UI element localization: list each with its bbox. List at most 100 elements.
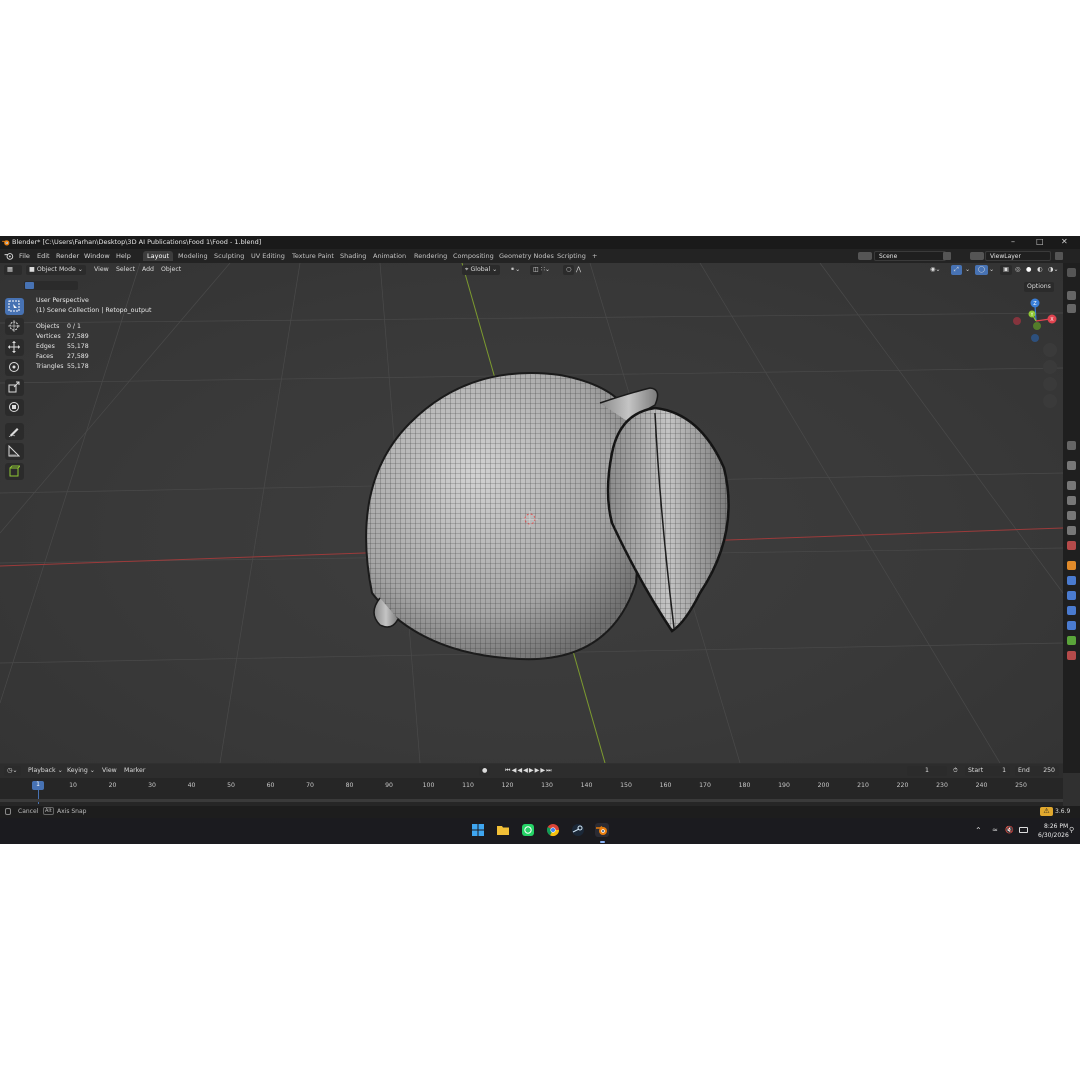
wireframe-shading-icon[interactable]: ◎ — [1015, 265, 1020, 275]
zoom-icon[interactable] — [1043, 343, 1057, 357]
end-frame-field[interactable]: End 250 — [1015, 766, 1059, 776]
menu-help[interactable]: Help — [116, 252, 131, 260]
output-properties-icon[interactable] — [1067, 496, 1076, 505]
3d-viewport[interactable]: Z X Y User Perspective (1) Scene Collect… — [0, 263, 1063, 763]
file-explorer-icon[interactable] — [496, 823, 510, 837]
scene-icon[interactable] — [858, 252, 872, 260]
steam-icon[interactable] — [571, 823, 585, 837]
pan-hand-icon[interactable] — [1043, 360, 1057, 374]
falloff-icon[interactable]: ⋀ — [576, 265, 581, 275]
chevron-up-icon[interactable]: ⌃ — [975, 826, 982, 835]
notification-bell-icon[interactable]: ⚲ — [1069, 826, 1074, 834]
material-shading-icon[interactable]: ◐ — [1037, 265, 1042, 275]
start-frame-field[interactable]: Start 1 — [965, 766, 1010, 776]
overlays-toggle-icon[interactable]: ◯ — [975, 265, 988, 275]
material-icon[interactable] — [1067, 651, 1076, 660]
whatsapp-icon[interactable] — [521, 823, 535, 837]
blender-icon[interactable] — [595, 823, 609, 837]
annotate-tool[interactable] — [5, 423, 24, 440]
tab-texture-paint[interactable]: Texture Paint — [288, 251, 338, 261]
playback-menu[interactable]: Playback ⌄ — [28, 766, 63, 776]
select-new-icon[interactable] — [25, 282, 34, 289]
measure-tool[interactable] — [5, 443, 24, 460]
tab-geometry-nodes[interactable]: Geometry Nodes — [495, 251, 558, 261]
new-scene-icon[interactable] — [943, 252, 951, 260]
view-layer-properties-icon[interactable] — [1067, 511, 1076, 520]
view-layer-selector[interactable]: ViewLayer — [985, 251, 1051, 261]
tab-sculpting[interactable]: Sculpting — [210, 251, 248, 261]
render-camera-icon[interactable] — [1067, 291, 1076, 300]
rendered-shading-icon[interactable]: ◑⌄ — [1048, 265, 1059, 275]
tab-animation[interactable]: Animation — [369, 251, 410, 261]
xray-toggle-icon[interactable]: ▣ — [1000, 265, 1012, 275]
current-frame-field[interactable]: 1 — [907, 766, 947, 776]
world-properties-icon[interactable] — [1067, 541, 1076, 550]
tab-scripting[interactable]: Scripting — [553, 251, 590, 261]
move-tool[interactable] — [5, 339, 24, 356]
viewport-menu-select[interactable]: Select — [116, 265, 135, 275]
tab-modeling[interactable]: Modeling — [174, 251, 212, 261]
object-properties-icon[interactable] — [1067, 561, 1076, 570]
chrome-icon[interactable] — [546, 823, 560, 837]
menu-file[interactable]: File — [19, 252, 30, 260]
gizmo-toggle-icon[interactable]: ⤢ — [951, 265, 962, 275]
scale-tool[interactable] — [5, 379, 24, 396]
scene-properties-icon[interactable] — [1067, 526, 1076, 535]
visibility-icon[interactable]: ◉⌄ — [930, 265, 941, 275]
menu-render[interactable]: Render — [56, 252, 79, 260]
mesh-data-icon[interactable] — [1067, 636, 1076, 645]
current-frame-marker[interactable]: 1 — [32, 781, 44, 790]
physics-icon[interactable] — [1067, 606, 1076, 615]
overlays-dropdown-icon[interactable]: ⌄ — [989, 265, 994, 275]
record-keyframe-icon[interactable]: ● — [479, 766, 491, 776]
clock-date[interactable]: 6/30/2026 — [1038, 832, 1069, 839]
editor-type-icon[interactable]: ▦ — [4, 265, 22, 275]
gizmo-dropdown-icon[interactable]: ⌄ — [965, 265, 970, 275]
viewport-menu-object[interactable]: Object — [161, 265, 181, 275]
minimize-button[interactable]: – — [1011, 237, 1015, 246]
solid-shading-icon[interactable]: ● — [1026, 265, 1031, 275]
menu-window[interactable]: Window — [84, 252, 110, 260]
viewport-menu-view[interactable]: View — [94, 265, 109, 275]
viewport-menu-add[interactable]: Add — [142, 265, 154, 275]
navigation-gizmo[interactable]: Z X Y — [1013, 298, 1057, 343]
close-button[interactable]: ✕ — [1061, 237, 1068, 246]
particles-icon[interactable] — [1067, 591, 1076, 600]
timeline-editor[interactable]: ◷⌄ Playback ⌄ Keying ⌄ View Marker ● ⏮◀◀… — [0, 764, 1063, 810]
transform-tool[interactable] — [5, 399, 24, 416]
tab-rendering[interactable]: Rendering — [410, 251, 451, 261]
new-view-layer-icon[interactable] — [1055, 252, 1063, 260]
timeline-scrollbar[interactable] — [0, 799, 1063, 802]
add-cube-tool[interactable] — [5, 463, 24, 480]
add-workspace-button[interactable]: + — [588, 251, 601, 261]
options-button[interactable]: Options — [1024, 282, 1054, 292]
camera-view-icon[interactable] — [1043, 377, 1057, 391]
keying-menu[interactable]: Keying ⌄ — [67, 766, 95, 776]
pivot-point-icon[interactable]: ⚭⌄ — [510, 265, 520, 275]
windows-start-icon[interactable] — [471, 823, 485, 837]
marker-menu[interactable]: Marker — [124, 766, 145, 776]
timeline-view-menu[interactable]: View — [102, 766, 117, 776]
tab-layout[interactable]: Layout — [143, 251, 174, 261]
modifier-wrench-icon[interactable] — [1067, 576, 1076, 585]
tab-uv-editing[interactable]: UV Editing — [247, 251, 289, 261]
timeline-editor-type-icon[interactable]: ◷⌄ — [4, 766, 21, 776]
clock-time[interactable]: 8:26 PM — [1044, 823, 1068, 830]
blender-menu-icon[interactable] — [4, 252, 14, 260]
speaker-muted-icon[interactable]: 🔇 — [1005, 826, 1014, 834]
tab-shading[interactable]: Shading — [336, 251, 370, 261]
battery-icon[interactable] — [1019, 827, 1028, 833]
mode-selector[interactable]: ■ Object Mode ⌄ — [26, 265, 86, 275]
warning-icon[interactable]: ⚠ — [1040, 807, 1053, 816]
rotate-tool[interactable] — [5, 359, 24, 376]
transform-orientation-selector[interactable]: ⌖ Global ⌄ — [462, 265, 501, 275]
maximize-button[interactable]: □ — [1036, 237, 1044, 246]
constraints-icon[interactable] — [1067, 621, 1076, 630]
select-box-tool[interactable] — [5, 298, 24, 315]
stopwatch-icon[interactable]: ⏱ — [953, 766, 958, 776]
view-camera-icon[interactable] — [1067, 304, 1076, 313]
properties-editor-icon[interactable] — [1067, 441, 1076, 450]
scene-selector[interactable]: Scene — [874, 251, 946, 261]
fruit-mesh[interactable] — [365, 372, 730, 661]
ortho-grid-icon[interactable] — [1043, 394, 1057, 408]
